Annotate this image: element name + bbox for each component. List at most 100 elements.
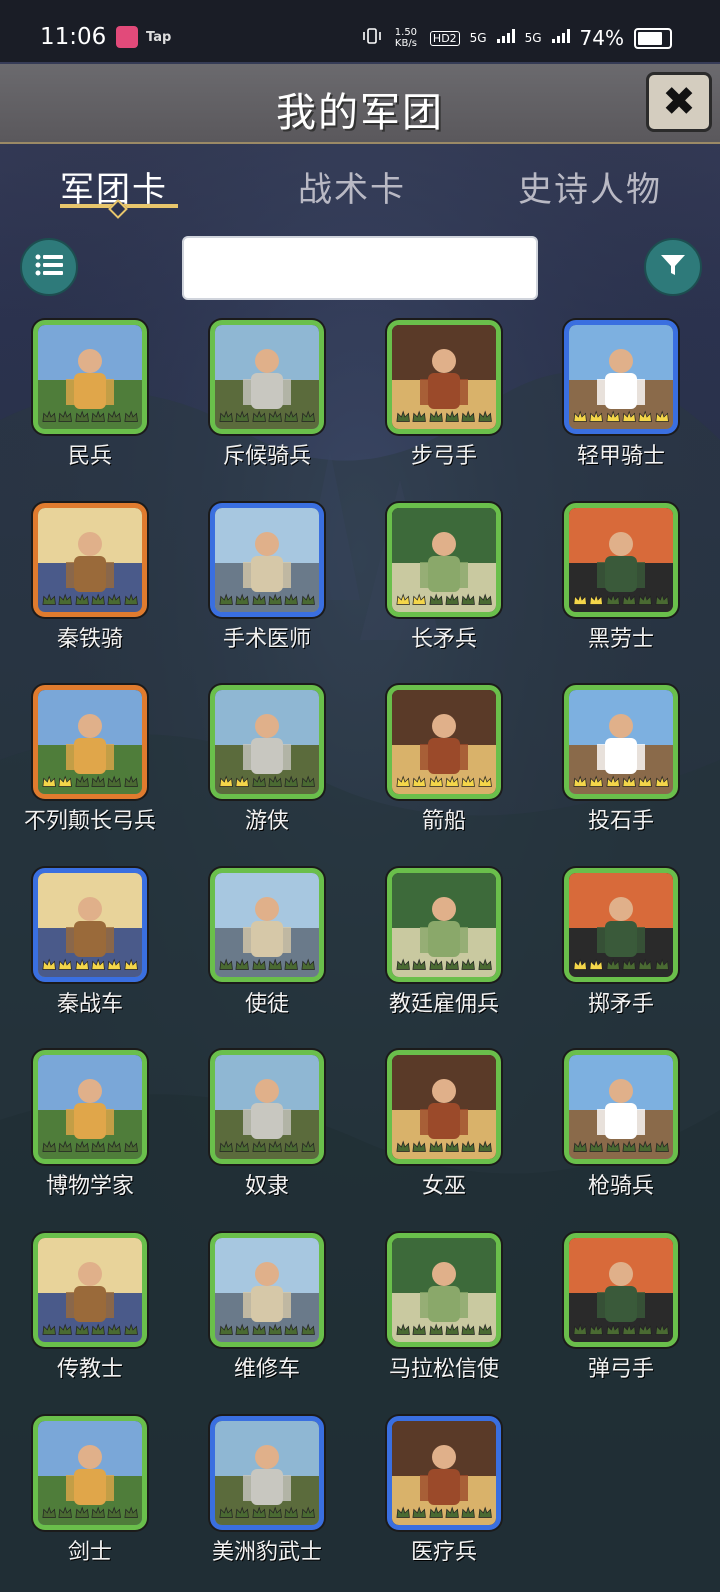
list-view-button[interactable]	[20, 238, 78, 296]
unit-card[interactable]: 长矛兵	[354, 502, 534, 673]
crown-icon	[301, 958, 315, 970]
unit-name: 投石手	[587, 809, 654, 835]
crown-icon	[91, 958, 105, 970]
unit-card[interactable]: 维修车	[177, 1233, 357, 1403]
crown-icon	[235, 958, 250, 970]
crown-icon	[58, 1140, 73, 1153]
crown-icon	[91, 1323, 105, 1335]
crown-icon	[268, 958, 282, 970]
unit-card[interactable]: 秦战车	[0, 867, 180, 1038]
crown-icon	[124, 775, 138, 788]
crown-icon	[107, 1323, 122, 1335]
crown-icon	[124, 1323, 138, 1335]
crown-icon	[429, 1323, 443, 1335]
unit-card[interactable]: 剑士	[0, 1415, 180, 1586]
unit-card[interactable]: 投石手	[531, 685, 711, 855]
unit-card[interactable]: 轻甲骑士	[531, 320, 711, 490]
unit-card[interactable]: 步弓手	[354, 320, 534, 490]
crown-icon	[396, 1506, 410, 1518]
star-crown-row	[42, 1322, 138, 1340]
unit-card-frame	[33, 867, 147, 982]
crown-icon	[124, 958, 138, 970]
crown-icon	[284, 958, 299, 970]
crown-icon	[412, 1323, 427, 1335]
search-input[interactable]	[182, 236, 538, 300]
crown-icon	[252, 958, 266, 970]
star-crown-row	[42, 774, 138, 792]
unit-name: 步弓手	[410, 444, 477, 469]
star-crown-row	[42, 1505, 138, 1523]
unit-card[interactable]: 枪骑兵	[531, 1050, 711, 1220]
crown-icon	[638, 593, 653, 605]
unit-card[interactable]: 博物学家	[0, 1050, 180, 1220]
unit-card[interactable]: 游侠	[177, 685, 357, 855]
unit-card[interactable]: 民兵	[0, 320, 180, 490]
crown-icon	[429, 1506, 443, 1518]
close-button[interactable]: ✖	[646, 72, 712, 132]
unit-card[interactable]: 秦铁骑	[0, 502, 180, 673]
star-crown-row	[573, 1322, 669, 1340]
star-crown-row	[573, 1139, 669, 1157]
crown-icon	[478, 958, 492, 970]
crown-icon	[573, 1140, 587, 1153]
crown-icon	[58, 593, 73, 605]
battery-percent: 74%	[579, 26, 624, 50]
crown-icon	[573, 593, 587, 605]
star-crown-row	[396, 409, 492, 427]
unit-card[interactable]: 使徒	[177, 867, 357, 1038]
unit-card[interactable]: 弹弓手	[531, 1233, 711, 1403]
unit-name: 斥候骑兵	[222, 444, 311, 469]
crown-icon	[589, 410, 604, 422]
crown-icon	[107, 1506, 122, 1518]
hd-badge: HD2	[429, 30, 460, 46]
tab-tactic-cards[interactable]: 战术卡	[298, 162, 406, 211]
crown-icon	[638, 410, 653, 422]
crown-icon	[124, 410, 138, 422]
unit-name: 医疗兵	[410, 1539, 477, 1565]
filter-button[interactable]	[644, 238, 702, 296]
crown-icon	[124, 593, 138, 605]
unit-card-frame	[33, 685, 147, 800]
unit-card[interactable]: 女巫	[354, 1050, 534, 1220]
unit-card[interactable]: 医疗兵	[354, 1415, 534, 1586]
unit-card[interactable]: 教廷雇佣兵	[354, 867, 534, 1038]
crown-icon	[478, 1323, 492, 1335]
unit-name: 枪骑兵	[587, 1174, 654, 1200]
crown-icon	[301, 775, 315, 788]
unit-card-frame	[387, 1050, 501, 1165]
crown-icon	[478, 775, 492, 788]
unit-card[interactable]: 掷矛手	[531, 867, 711, 1038]
unit-card[interactable]: 不列颠长弓兵	[0, 685, 180, 855]
crown-icon	[284, 1323, 299, 1335]
crown-icon	[445, 1323, 459, 1335]
signal-1: 5G	[469, 31, 487, 45]
unit-card[interactable]: 奴隶	[177, 1050, 357, 1220]
unit-card[interactable]: 斥候骑兵	[177, 320, 357, 490]
crown-icon	[622, 1323, 636, 1335]
crown-icon	[91, 1140, 105, 1153]
crown-icon	[589, 775, 604, 788]
crown-icon	[478, 410, 492, 422]
crown-icon	[461, 1323, 476, 1335]
crown-icon	[42, 1506, 56, 1518]
unit-name: 秦铁骑	[56, 626, 123, 652]
unit-card[interactable]: 手术医师	[177, 502, 357, 673]
crown-icon	[461, 1506, 476, 1518]
star-crown-row	[573, 957, 669, 975]
crown-icon	[42, 593, 56, 605]
crown-icon	[268, 593, 282, 605]
tab-epic-heroes[interactable]: 史诗人物	[518, 162, 662, 211]
vibrate-icon	[362, 26, 382, 50]
unit-card[interactable]: 黑劳士	[531, 502, 711, 673]
unit-card[interactable]: 马拉松信使	[354, 1233, 534, 1403]
crown-icon	[429, 593, 443, 605]
crown-icon	[461, 958, 476, 970]
crown-icon	[445, 775, 459, 788]
star-crown-row	[42, 1139, 138, 1157]
crown-icon	[252, 410, 266, 422]
unit-card[interactable]: 美洲豹武士	[177, 1415, 357, 1586]
unit-card[interactable]: 传教士	[0, 1233, 180, 1403]
crown-icon	[412, 775, 427, 788]
unit-card[interactable]: 箭船	[354, 685, 534, 855]
star-crown-row	[219, 1139, 315, 1157]
